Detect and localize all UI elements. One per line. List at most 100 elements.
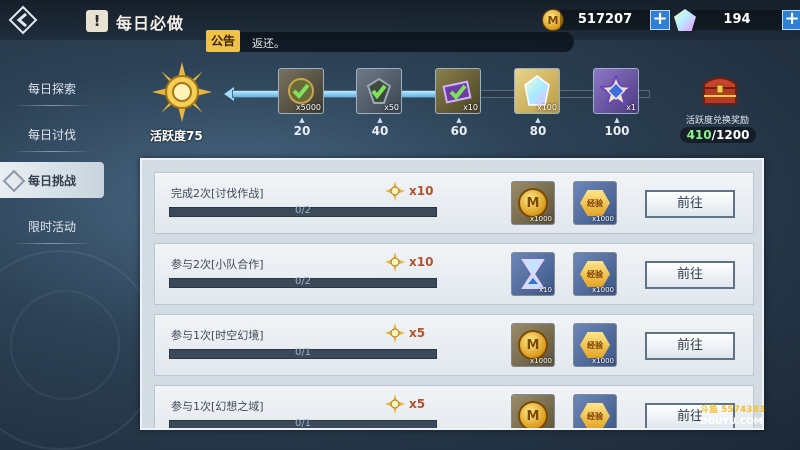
milestone-80[interactable]: x100 ▲ 80	[514, 68, 562, 138]
task-progress-text: 0/1	[294, 347, 312, 358]
milestone-20[interactable]: x5000 ▲ 20	[278, 68, 326, 138]
reward-item[interactable]: M x1000	[511, 181, 555, 225]
milestone-value: 60	[450, 124, 468, 138]
task-progress-text: 0/2	[294, 276, 312, 287]
milestone-value: 40	[371, 124, 389, 138]
milestone-caret-icon: ▲	[456, 116, 462, 124]
milestone-60[interactable]: x10 ▲ 60	[435, 68, 483, 138]
divider	[12, 151, 92, 152]
task-points-value: x10	[409, 255, 434, 269]
task-row: 参与2次[小队合作] x10 0/2 x10 经验 x1000 前往	[154, 243, 754, 305]
milestone-reward: x1	[593, 68, 639, 114]
sidebar-item-daily-explore[interactable]: 每日探索	[0, 70, 104, 106]
announcement-bar[interactable]: 公告 返还。	[206, 30, 574, 52]
go-button[interactable]: 前往	[645, 261, 735, 289]
milestone-40[interactable]: x50 ▲ 40	[356, 68, 404, 138]
milestone-caret-icon: ▲	[377, 116, 383, 124]
milestone-value: 20	[293, 124, 311, 138]
divider	[12, 243, 92, 244]
reward-item[interactable]: 经验 x1000	[573, 181, 617, 225]
task-panel: 完成2次[讨伐作战] x10 0/2 M x1000 经验 x1000 前往 参…	[140, 158, 764, 430]
milestone-caret-icon: ▲	[614, 116, 620, 124]
task-points: x5	[385, 323, 425, 343]
reward-item[interactable]: M x1000	[511, 323, 555, 367]
task-title: 参与1次[时空幻境]	[171, 329, 264, 342]
exchange-total: /1200	[711, 128, 750, 142]
background-swirl-inner	[10, 290, 120, 400]
exp-icon: 经验	[580, 332, 610, 358]
activity-sun-icon	[385, 252, 405, 272]
task-row: 完成2次[讨伐作战] x10 0/2 M x1000 经验 x1000 前往	[154, 172, 754, 234]
milestone-reward: x10	[435, 68, 481, 114]
sidebar-item-label: 限时活动	[27, 219, 76, 234]
reward-item[interactable]: 经验 x1000	[573, 323, 617, 367]
coin-amount: 517207	[560, 10, 650, 30]
sidebar-item-daily-challenge[interactable]: 每日挑战	[0, 162, 104, 198]
purple-book-icon	[442, 80, 472, 104]
reward-item[interactable]: x10	[511, 252, 555, 296]
task-title: 参与2次[小队合作]	[171, 258, 264, 271]
task-points: x10	[385, 252, 433, 272]
milestone-value: 100	[604, 124, 630, 138]
milestone-qty: x1	[626, 103, 636, 112]
announcement-text: 返还。	[252, 37, 285, 50]
coin-icon: M	[518, 330, 548, 360]
exchange-progress: 410/1200	[680, 127, 756, 143]
reward-qty: x1000	[592, 428, 614, 430]
task-title: 完成2次[讨伐作战]	[171, 187, 264, 200]
sidebar-item-limited-event[interactable]: 限时活动	[0, 208, 104, 244]
reward-qty: x1000	[530, 215, 552, 223]
task-points-value: x5	[409, 397, 426, 411]
task-title: 参与1次[幻想之域]	[171, 400, 264, 413]
sidebar-item-label: 每日挑战	[27, 173, 76, 188]
exchange-current: 410	[686, 128, 712, 142]
treasure-chest-icon[interactable]	[700, 70, 740, 106]
add-coins-button[interactable]: +	[650, 10, 670, 30]
milestone-qty: x5000	[295, 103, 321, 112]
reward-item[interactable]: 经验 x1000	[573, 394, 617, 430]
reward-qty: x1000	[592, 357, 614, 365]
sidebar-item-label: 每日探索	[27, 81, 76, 96]
reward-item[interactable]: 经验 x1000	[573, 252, 617, 296]
exp-icon: 经验	[580, 261, 610, 287]
page-title: 每日必做	[116, 14, 185, 33]
task-row: 参与1次[时空幻境] x5 0/1 M x1000 经验 x1000 前往	[154, 314, 754, 376]
go-button[interactable]: 前往	[645, 332, 735, 360]
milestone-qty: x100	[536, 103, 557, 112]
back-button[interactable]	[4, 2, 42, 38]
reward-item[interactable]: M x1000	[511, 394, 555, 430]
go-button[interactable]: 前往	[645, 190, 735, 218]
activity-sun-icon	[385, 181, 405, 201]
milestone-reward: x100	[514, 68, 560, 114]
reward-qty: x1000	[592, 286, 614, 294]
reward-qty: x1000	[592, 215, 614, 223]
activity-sun-icon	[152, 62, 212, 122]
back-arrow-icon	[8, 5, 38, 35]
divider	[12, 105, 92, 106]
watermark: 斗鱼 5574383 DOUYU.COM	[700, 404, 770, 430]
activity-sun-icon	[385, 323, 405, 343]
activity-points-label: 活跃度75	[150, 129, 203, 143]
task-points: x5	[385, 394, 425, 414]
milestone-value: 80	[529, 124, 547, 138]
activity-progress-fill	[233, 91, 454, 97]
milestone-caret-icon: ▲	[299, 116, 305, 124]
milestone-qty: x50	[384, 103, 399, 112]
watermark-line1: 斗鱼 5574383	[700, 405, 765, 415]
task-points-value: x5	[409, 326, 426, 340]
sidebar-item-label: 每日讨伐	[27, 127, 76, 142]
milestone-100[interactable]: x1 ▲ 100	[593, 68, 641, 138]
task-points: x10	[385, 181, 433, 201]
task-progress-text: 0/1	[294, 418, 312, 429]
milestone-qty: x10	[463, 103, 478, 112]
task-progress-text: 0/2	[294, 205, 312, 216]
crystal-amount: 194	[692, 10, 782, 30]
watermark-line2: DOUYU.COM	[700, 417, 763, 427]
exp-icon: 经验	[580, 190, 610, 216]
add-crystals-button[interactable]: +	[782, 10, 800, 30]
reward-qty: x1000	[530, 428, 552, 430]
milestone-reward: x50	[356, 68, 402, 114]
announcement-tag: 公告	[206, 30, 241, 52]
reward-qty: x10	[538, 286, 552, 294]
sidebar-item-daily-crusade[interactable]: 每日讨伐	[0, 116, 104, 152]
